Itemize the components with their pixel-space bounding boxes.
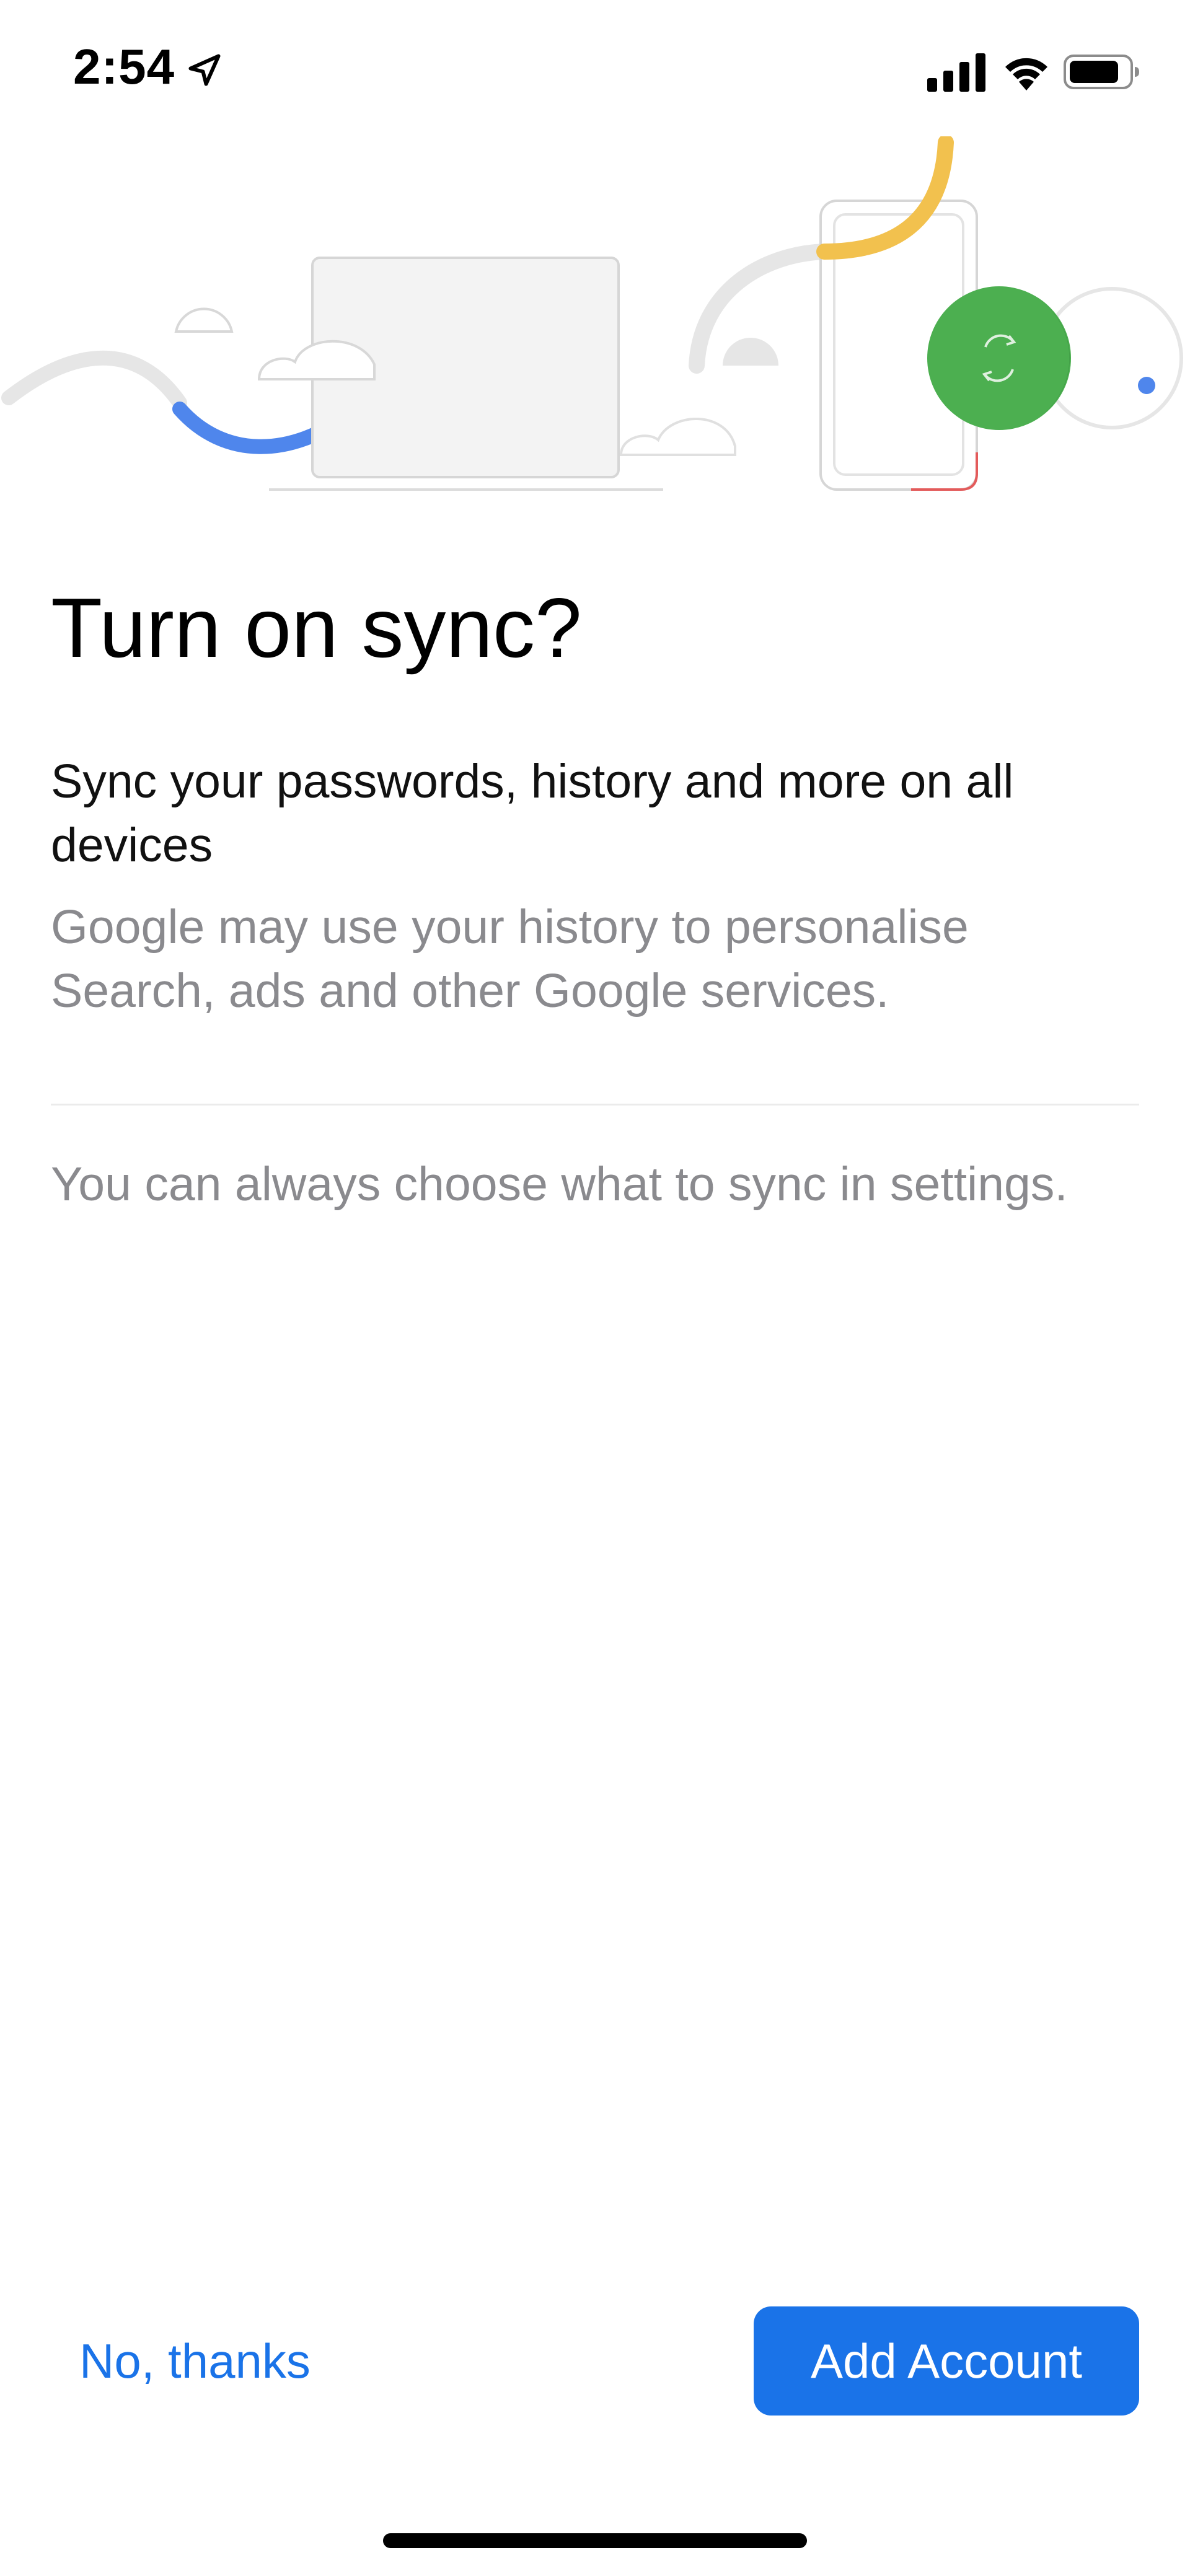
page-title: Turn on sync? <box>51 581 582 675</box>
status-time: 2:54 <box>73 39 175 94</box>
wifi-icon <box>1005 58 1047 90</box>
cellular-signal-icon <box>927 53 985 92</box>
add-account-button[interactable]: Add Account <box>754 2306 1139 2416</box>
location-arrow-icon <box>188 54 221 86</box>
divider <box>51 1104 1139 1106</box>
sync-subtitle: Sync your passwords, history and more on… <box>51 755 1014 872</box>
sync-icon <box>927 286 1071 430</box>
settings-note: You can always choose what to sync in se… <box>51 1158 1068 1211</box>
battery-icon <box>1064 55 1139 89</box>
home-indicator[interactable] <box>383 2533 807 2548</box>
personalisation-description: Google may use your history to personali… <box>51 900 969 1018</box>
status-bar: 2:54 <box>0 0 1190 143</box>
no-thanks-button[interactable]: No, thanks <box>55 2311 335 2411</box>
sync-illustration <box>1 136 1183 491</box>
